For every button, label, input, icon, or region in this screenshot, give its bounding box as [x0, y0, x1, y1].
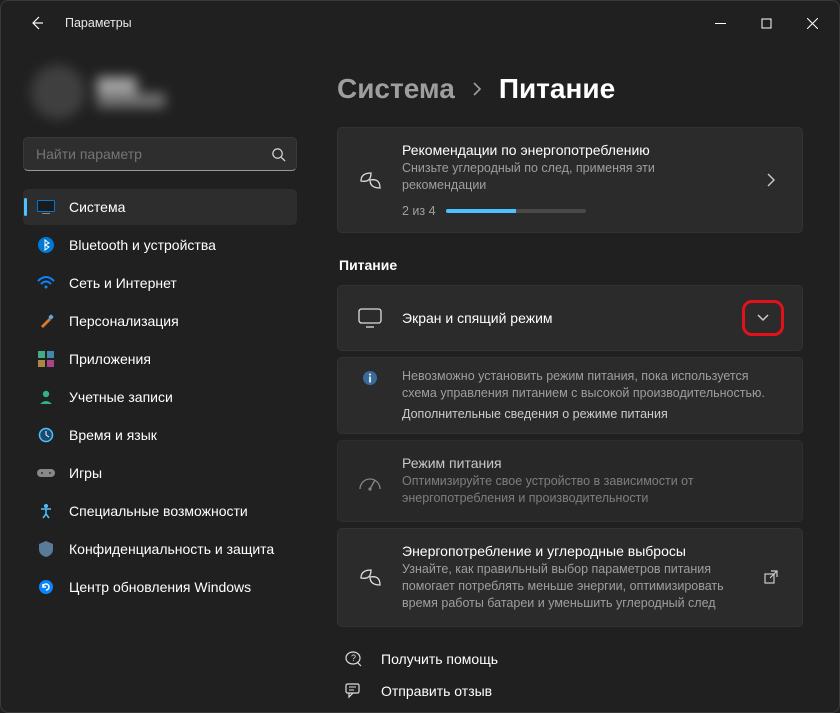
- wifi-icon: [37, 274, 55, 292]
- chevron-right-icon: [471, 82, 483, 96]
- card-desc: Оптимизируйте свое устройство в зависимо…: [402, 473, 784, 507]
- monitor-icon: [356, 308, 384, 328]
- link-label: Получить помощь: [381, 651, 498, 667]
- gauge-icon: [356, 471, 384, 491]
- nav-label: Система: [69, 199, 125, 215]
- gamepad-icon: [37, 464, 55, 482]
- nav-label: Специальные возможности: [69, 503, 248, 519]
- nav-label: Сеть и Интернет: [69, 275, 177, 291]
- chevron-right-icon[interactable]: [758, 173, 784, 187]
- shield-icon: [37, 540, 55, 558]
- close-button[interactable]: [789, 7, 835, 39]
- card-title: Рекомендации по энергопотреблению: [402, 142, 740, 158]
- leaf-icon: [356, 169, 384, 191]
- back-button[interactable]: [21, 7, 53, 39]
- section-power-label: Питание: [339, 257, 803, 273]
- window-title: Параметры: [65, 16, 132, 30]
- progress-text: 2 из 4: [402, 204, 436, 218]
- search-input[interactable]: [23, 137, 297, 171]
- nav-label: Bluetooth и устройства: [69, 237, 216, 253]
- feedback-link[interactable]: Отправить отзыв: [337, 677, 803, 705]
- breadcrumb: Система Питание: [337, 73, 803, 105]
- user-profile[interactable]: ████ ████████: [31, 65, 297, 119]
- apps-icon: [37, 350, 55, 368]
- nav-privacy[interactable]: Конфиденциальность и защита: [23, 531, 297, 567]
- nav-label: Время и язык: [69, 427, 157, 443]
- energy-recommendations-card[interactable]: Рекомендации по энергопотреблению Снизьт…: [337, 127, 803, 233]
- nav-label: Конфиденциальность и защита: [69, 541, 274, 557]
- update-icon: [37, 578, 55, 596]
- nav-accessibility[interactable]: Специальные возможности: [23, 493, 297, 529]
- nav-label: Игры: [69, 465, 102, 481]
- nav-apps[interactable]: Приложения: [23, 341, 297, 377]
- card-desc: Снизьте углеродный по след, применяя эти…: [402, 160, 740, 194]
- info-link[interactable]: Дополнительные сведения о режиме питания: [402, 406, 784, 424]
- main-content: Система Питание Рекомендации по энергопо…: [311, 45, 839, 712]
- get-help-link[interactable]: ? Получить помощь: [337, 645, 803, 673]
- titlebar: Параметры: [1, 1, 839, 45]
- power-mode-info: Невозможно установить режим питания, пок…: [337, 357, 803, 435]
- svg-text:?: ?: [351, 653, 356, 663]
- accessibility-icon: [37, 502, 55, 520]
- nav-label: Центр обновления Windows: [69, 579, 251, 595]
- maximize-button[interactable]: [743, 7, 789, 39]
- feedback-icon: [343, 683, 365, 699]
- nav-label: Приложения: [69, 351, 151, 367]
- card-title: Режим питания: [402, 455, 784, 471]
- nav-bluetooth[interactable]: Bluetooth и устройства: [23, 227, 297, 263]
- link-label: Отправить отзыв: [381, 683, 492, 699]
- nav-accounts[interactable]: Учетные записи: [23, 379, 297, 415]
- help-icon: ?: [343, 651, 365, 667]
- power-mode-card: Режим питания Оптимизируйте свое устройс…: [337, 440, 803, 522]
- card-desc: Узнайте, как правильный выбор параметров…: [402, 561, 740, 612]
- breadcrumb-current: Питание: [499, 73, 615, 105]
- nav-gaming[interactable]: Игры: [23, 455, 297, 491]
- nav-personalization[interactable]: Персонализация: [23, 303, 297, 339]
- brush-icon: [37, 312, 55, 330]
- footer-links: ? Получить помощь Отправить отзыв: [337, 645, 803, 705]
- nav-time-language[interactable]: Время и язык: [23, 417, 297, 453]
- screen-sleep-card[interactable]: Экран и спящий режим: [337, 285, 803, 351]
- breadcrumb-parent[interactable]: Система: [337, 73, 455, 105]
- info-text: Невозможно установить режим питания, пок…: [402, 369, 765, 401]
- nav-windows-update[interactable]: Центр обновления Windows: [23, 569, 297, 605]
- leaf-icon: [356, 566, 384, 588]
- card-title: Энергопотребление и углеродные выбросы: [402, 543, 740, 559]
- search-icon: [271, 147, 286, 162]
- nav-label: Учетные записи: [69, 389, 173, 405]
- nav-label: Персонализация: [69, 313, 179, 329]
- system-icon: [37, 198, 55, 216]
- nav-network[interactable]: Сеть и Интернет: [23, 265, 297, 301]
- nav-system[interactable]: Система: [23, 189, 297, 225]
- expand-button[interactable]: [742, 300, 784, 336]
- sidebar: ████ ████████ Система Bluetooth и устрой…: [1, 45, 311, 712]
- minimize-button[interactable]: [697, 7, 743, 39]
- search-field[interactable]: [36, 146, 271, 162]
- carbon-card[interactable]: Энергопотребление и углеродные выбросы У…: [337, 528, 803, 627]
- open-link-icon[interactable]: [758, 570, 784, 584]
- clock-icon: [37, 426, 55, 444]
- nav-list: Система Bluetooth и устройства Сеть и Ин…: [23, 189, 297, 605]
- chevron-down-icon: [756, 313, 770, 323]
- info-icon: [356, 368, 384, 386]
- user-icon: [37, 388, 55, 406]
- bluetooth-icon: [37, 236, 55, 254]
- window-buttons: [697, 7, 835, 39]
- progress-bar: [446, 209, 586, 213]
- avatar: [31, 65, 85, 119]
- card-title: Экран и спящий режим: [402, 310, 724, 326]
